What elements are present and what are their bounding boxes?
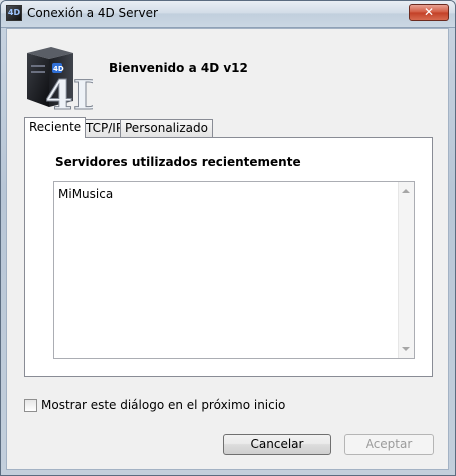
logo-4d-text: 4D — [45, 72, 93, 111]
tab-reciente[interactable]: Reciente — [24, 117, 87, 138]
accept-button[interactable]: Aceptar — [344, 434, 434, 455]
recent-panel: Servidores utilizados recientemente MiMu… — [24, 137, 433, 377]
list-item[interactable]: MiMusica — [58, 187, 113, 201]
scroll-down-icon[interactable] — [402, 347, 410, 351]
close-button[interactable]: ✕ — [409, 4, 449, 21]
window-title: Conexión a 4D Server — [27, 6, 158, 20]
recent-servers-heading: Servidores utilizados recientemente — [55, 155, 301, 169]
tab-personalizado[interactable]: Personalizado — [120, 119, 213, 137]
welcome-text: Bienvenido a 4D v12 — [109, 61, 248, 75]
title-bar[interactable]: 4D Conexión a 4D Server ✕ — [1, 1, 455, 28]
dialog-body: 4D 4D Bienvenido a 4D v12 Reciente TCP/I… — [6, 28, 449, 470]
recent-servers-list[interactable]: MiMusica — [53, 181, 415, 359]
4d-app-icon: 4D — [6, 5, 22, 21]
4d-server-logo: 4D 4D — [27, 47, 93, 111]
show-dialog-label[interactable]: Mostrar este diálogo en el próximo inici… — [41, 398, 285, 412]
show-dialog-checkbox[interactable] — [24, 399, 37, 412]
list-scrollbar[interactable] — [398, 182, 414, 358]
connection-dialog: 4D Conexión a 4D Server ✕ 4D 4D — [0, 0, 456, 476]
cancel-button[interactable]: Cancelar — [223, 434, 331, 455]
scroll-up-icon[interactable] — [402, 189, 410, 193]
